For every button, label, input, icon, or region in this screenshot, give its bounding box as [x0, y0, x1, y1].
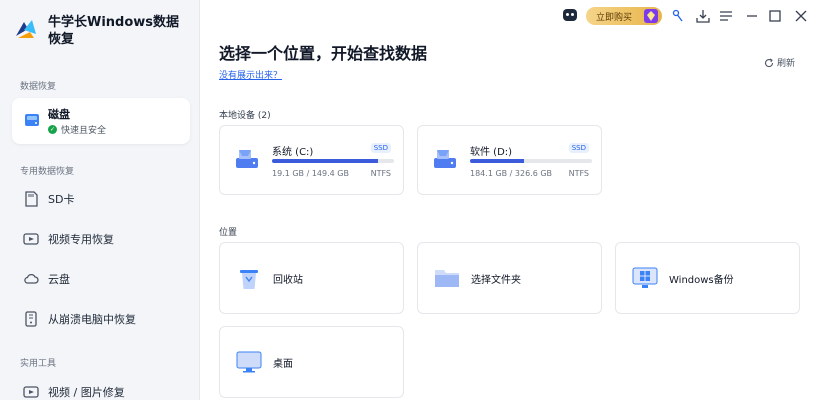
drive-name: 软件 (D:): [470, 147, 513, 158]
drive-usage-fill: [272, 159, 379, 163]
windows-backup-icon: [631, 264, 659, 292]
close-icon[interactable]: [793, 8, 809, 24]
sidebar-item-disk-label: 磁盘: [48, 108, 70, 121]
sidebar-item-label: 云盘: [48, 273, 70, 286]
cloud-icon: [22, 270, 40, 288]
sidebar-item-label: 视频 / 图片修复: [48, 386, 125, 399]
pin-icon[interactable]: [670, 8, 686, 24]
sidebar-item-video[interactable]: 视频专用恢复: [12, 223, 190, 255]
drive-usage-fill: [470, 159, 524, 163]
location-windows-backup[interactable]: Windows备份: [615, 242, 800, 314]
section-label-tools: 实用工具: [20, 359, 57, 369]
drive-name: 系统 (C:): [272, 147, 314, 158]
safe-label: 快速且安全: [61, 126, 107, 136]
location-label: 选择文件夹: [471, 274, 521, 286]
section-label-recovery: 数据恢复: [20, 82, 57, 92]
page-title: 选择一个位置，开始查找数据: [219, 44, 428, 63]
crashed-pc-icon: [22, 310, 40, 328]
titlebar: 立即购买: [200, 0, 816, 32]
drive-usage-bar: [272, 159, 394, 163]
sidebar-item-label: 从崩溃电脑中恢复: [48, 313, 136, 326]
buy-now-label: 立即购买: [596, 12, 633, 23]
sidebar-item-label: SD卡: [48, 193, 75, 206]
location-label: Windows备份: [669, 274, 734, 286]
drive-size: 184.1 GB / 326.6 GB: [470, 169, 553, 178]
section-label-special: 专用数据恢复: [20, 167, 75, 177]
refresh-button[interactable]: 刷新: [764, 56, 795, 69]
gem-icon: [644, 9, 658, 23]
buy-now-button[interactable]: 立即购买: [586, 7, 662, 25]
location-desktop[interactable]: 桌面: [219, 326, 404, 398]
locations-label: 位置: [219, 228, 238, 238]
sidebar: 牛学长Windows数据恢复 数据恢复 磁盘 ✓ 快速且安全 专用数据恢复 SD…: [0, 0, 200, 400]
ssd-badge: SSD: [568, 143, 589, 153]
minimize-icon[interactable]: [744, 8, 760, 24]
sidebar-item-cloud[interactable]: 云盘: [12, 263, 190, 295]
sidebar-item-crashed-pc[interactable]: 从崩溃电脑中恢复: [12, 303, 190, 335]
sidebar-item-repair[interactable]: 视频 / 图片修复: [12, 376, 190, 400]
local-devices-label: 本地设备 (2): [219, 111, 271, 121]
location-recycle-bin[interactable]: 回收站: [219, 242, 404, 314]
drive-card-c[interactable]: 系统 (C:) SSD 19.1 GB / 149.4 GB NTFS: [219, 125, 404, 195]
sidebar-item-label: 视频专用恢复: [48, 233, 114, 246]
drive-icon: [236, 150, 258, 168]
location-select-folder[interactable]: 选择文件夹: [417, 242, 602, 314]
drive-icon: [434, 150, 456, 168]
maximize-icon[interactable]: [767, 8, 783, 24]
check-icon: ✓: [48, 125, 57, 134]
download-icon[interactable]: [695, 8, 711, 24]
recycle-bin-icon: [235, 264, 263, 292]
app-title: 牛学长Windows数据恢复: [48, 15, 180, 47]
drive-card-d[interactable]: 软件 (D:) SSD 184.1 GB / 326.6 GB NTFS: [417, 125, 602, 195]
sidebar-item-disk[interactable]: 磁盘 ✓ 快速且安全: [12, 98, 190, 144]
sd-card-icon: [22, 190, 40, 208]
drive-usage-bar: [470, 159, 592, 163]
sidebar-item-disk-sub: ✓ 快速且安全: [48, 123, 106, 136]
desktop-icon: [235, 348, 263, 376]
sidebar-item-sd-card[interactable]: SD卡: [12, 183, 190, 215]
refresh-icon: [764, 58, 774, 67]
disk-icon: [25, 114, 39, 126]
repair-icon: [22, 383, 40, 400]
brand: 牛学长Windows数据恢复: [12, 14, 188, 48]
robot-icon[interactable]: [563, 9, 577, 21]
app-logo-icon: [16, 20, 36, 38]
video-icon: [22, 230, 40, 248]
location-label: 回收站: [273, 274, 303, 286]
drive-filesystem: NTFS: [568, 169, 589, 178]
location-label: 桌面: [273, 358, 293, 370]
missing-drive-link[interactable]: 没有展示出来？: [219, 68, 282, 81]
ssd-badge: SSD: [370, 143, 391, 153]
drive-size: 19.1 GB / 149.4 GB: [272, 169, 349, 178]
folder-icon: [433, 264, 461, 292]
refresh-label: 刷新: [777, 59, 796, 69]
menu-icon[interactable]: [718, 8, 734, 24]
drive-filesystem: NTFS: [370, 169, 391, 178]
